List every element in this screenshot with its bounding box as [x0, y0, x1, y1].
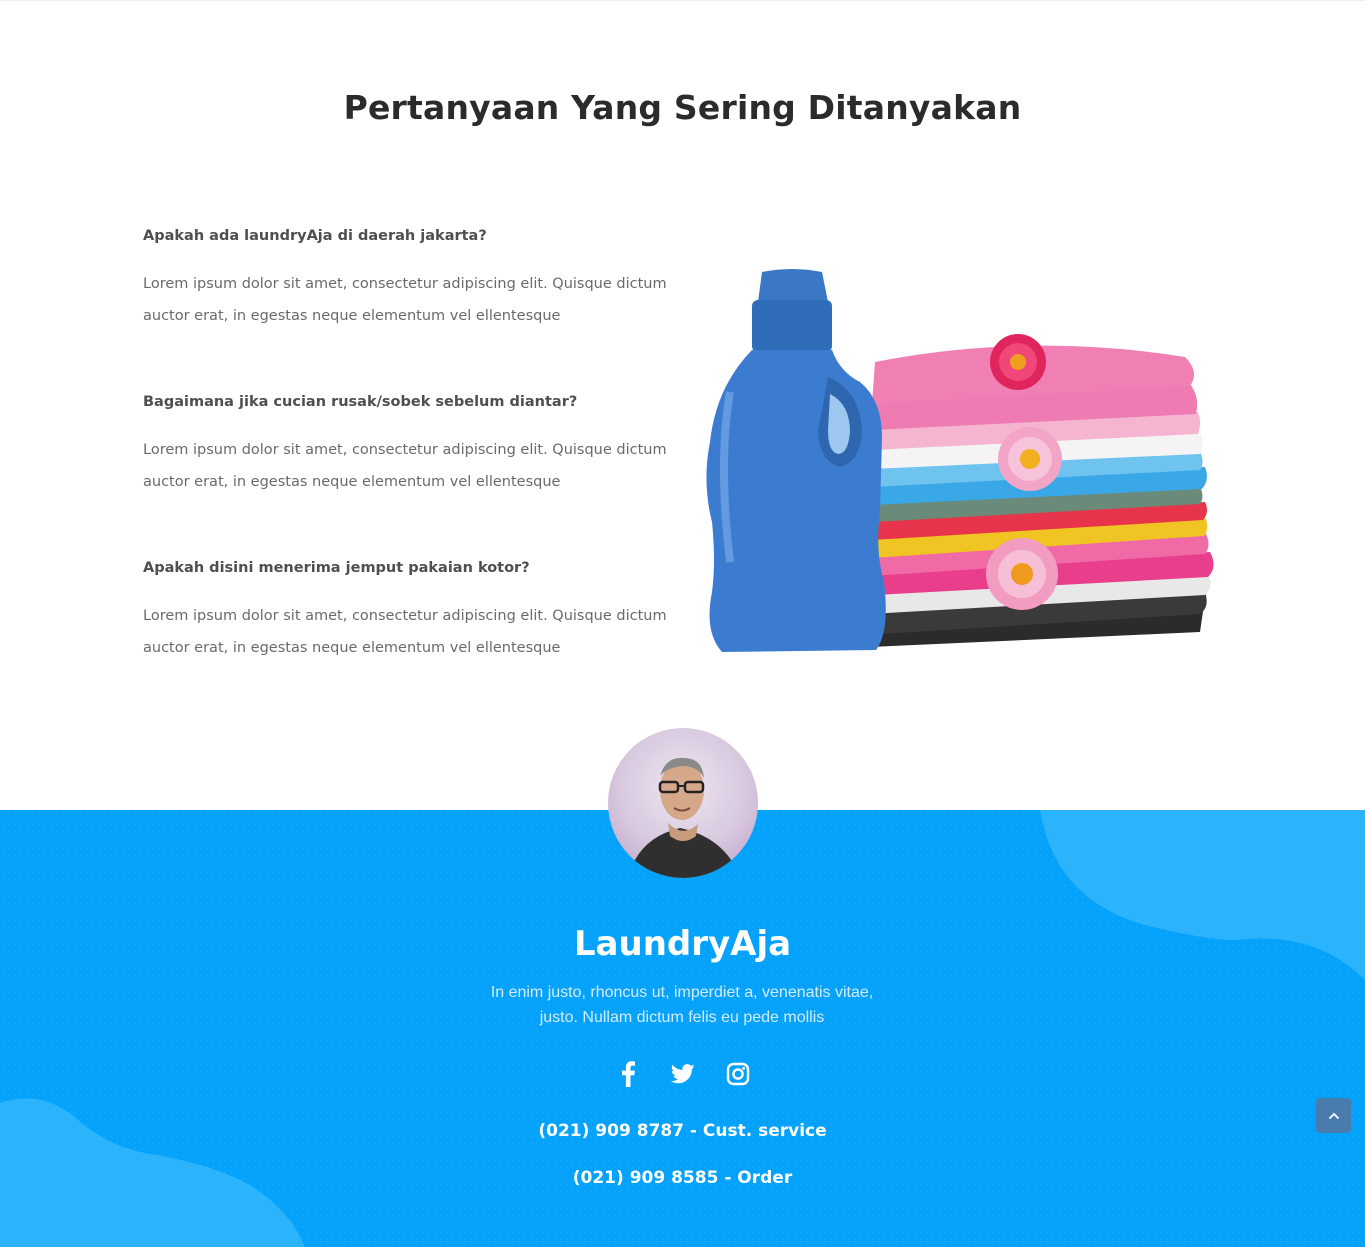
footer-brand: LaundryAja — [573, 924, 792, 964]
flower — [986, 538, 1058, 610]
facebook-icon — [621, 1061, 635, 1087]
faq-question: Bagaimana jika cucian rusak/sobek sebelu… — [143, 394, 578, 410]
twitter-link[interactable] — [670, 1060, 695, 1088]
back-to-top-button[interactable] — [1316, 1098, 1351, 1133]
faq-answer: Lorem ipsum dolor sit amet, consectetur … — [143, 608, 667, 656]
faq-item: Apakah ada laundryAja di daerah jakarta?… — [143, 226, 673, 392]
top-divider — [0, 0, 1365, 1]
chevron-up-icon — [1328, 1112, 1339, 1119]
faq-question: Apakah ada laundryAja di daerah jakarta? — [143, 228, 487, 244]
faq-list: Apakah ada laundryAja di daerah jakarta?… — [143, 226, 673, 724]
instagram-icon — [726, 1062, 749, 1086]
faq-title: Pertanyaan Yang Sering Ditanyakan — [343, 88, 1022, 127]
phone-order[interactable]: (021) 909 8585 - Order — [0, 1168, 1365, 1188]
twitter-icon — [670, 1064, 695, 1084]
faq-question: Apakah disini menerima jemput pakaian ko… — [143, 560, 530, 576]
detergent-bottle — [706, 269, 886, 652]
person-portrait — [628, 757, 740, 878]
faq-item: Bagaimana jika cucian rusak/sobek sebelu… — [143, 392, 673, 558]
faq-item: Apakah disini menerima jemput pakaian ko… — [143, 558, 673, 724]
flower — [998, 427, 1062, 491]
social-links — [0, 1060, 1365, 1088]
laundry-illustration — [706, 269, 1214, 652]
avatar — [608, 728, 758, 878]
instagram-link[interactable] — [726, 1060, 750, 1088]
phone-customer-service[interactable]: (021) 909 8787 - Cust. service — [0, 1121, 1365, 1141]
faq-answer: Lorem ipsum dolor sit amet, consectetur … — [143, 276, 667, 324]
flower — [990, 334, 1046, 390]
footer-tagline: In enim justo, rhoncus ut, imperdiet a, … — [490, 984, 874, 1026]
faq-answer: Lorem ipsum dolor sit amet, consectetur … — [143, 442, 667, 490]
facebook-link[interactable] — [616, 1060, 640, 1088]
